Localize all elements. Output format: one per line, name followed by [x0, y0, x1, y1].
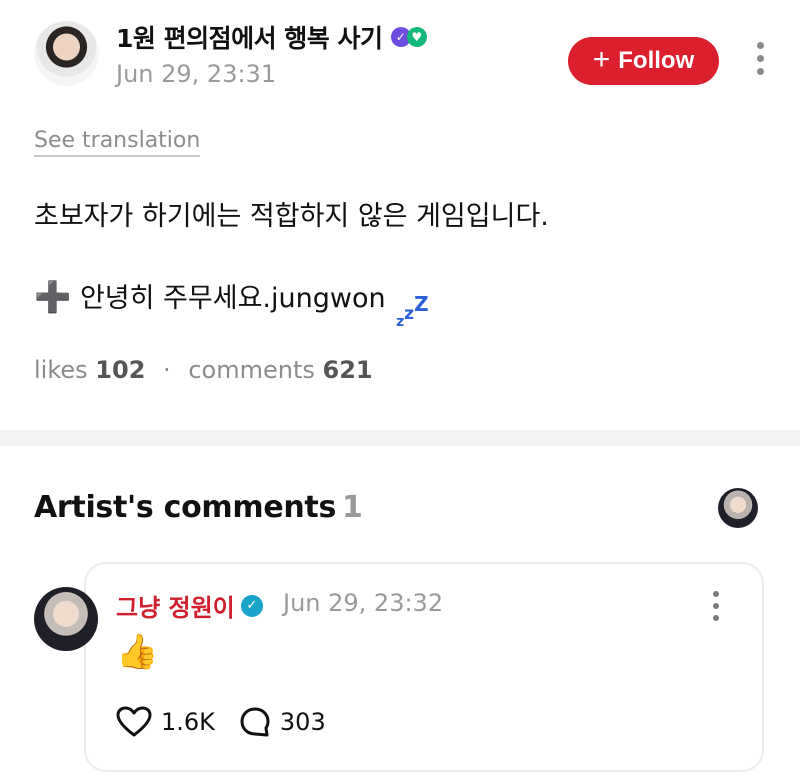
comment-author-name[interactable]: 그냥 정원이: [116, 588, 235, 623]
artist-comments-count: 1: [342, 490, 363, 525]
post-body-line2-row: ➕ 안녕히 주무세요.jungwon zzZ: [34, 278, 429, 330]
post-timestamp: Jun 29, 23:31: [116, 60, 277, 88]
post-stats: likes 102 · comments 621: [34, 356, 373, 384]
post-author-name[interactable]: 1원 편의점에서 행복 사기: [116, 19, 383, 55]
comment-content: 👍: [116, 632, 159, 672]
separator-dot: ·: [163, 356, 171, 384]
post-author-avatar[interactable]: [34, 21, 99, 86]
comment-bubble-icon[interactable]: [239, 706, 271, 738]
follow-label: Follow: [618, 47, 695, 74]
likes-count: 102: [95, 356, 146, 384]
comment-actions: 1.6K 303: [116, 706, 326, 738]
verified-badge-icon: ✓: [240, 594, 263, 617]
section-divider: [0, 430, 800, 446]
comment-more-menu-icon[interactable]: [710, 591, 722, 621]
comment-author[interactable]: 그냥 정원이 ✓: [116, 588, 263, 623]
heart-badge-icon: ♥: [406, 27, 427, 47]
follow-button[interactable]: + Follow: [568, 37, 719, 85]
comment-timestamp: Jun 29, 23:32: [283, 589, 444, 617]
likes-label: likes: [34, 356, 88, 384]
post-author[interactable]: 1원 편의점에서 행복 사기 ✓ ♥: [116, 19, 427, 55]
see-translation-link[interactable]: See translation: [34, 128, 201, 157]
post-body-line2: 안녕히 주무세요.jungwon: [79, 283, 386, 314]
comments-count[interactable]: 621: [323, 356, 373, 384]
heavy-plus-icon: ➕: [34, 280, 72, 315]
post-more-menu-icon[interactable]: [754, 42, 766, 75]
post-body-line1: 초보자가 하기에는 적합하지 않은 게임입니다.: [34, 201, 549, 232]
comment-likes-count: 1.6K: [161, 708, 215, 736]
comment-replies-count: 303: [279, 708, 326, 736]
comment-author-avatar[interactable]: [34, 587, 98, 651]
comments-label[interactable]: comments: [188, 356, 315, 384]
zzz-icon: zzZ: [396, 292, 429, 330]
author-badges: ✓ ♥: [390, 27, 427, 47]
artist-comments-title: Artist's comments: [34, 490, 337, 525]
heart-icon[interactable]: [116, 706, 152, 738]
plus-icon: +: [592, 42, 611, 76]
artist-avatar-small[interactable]: [718, 488, 758, 528]
artist-comments-heading: Artist's comments 1: [34, 490, 363, 525]
